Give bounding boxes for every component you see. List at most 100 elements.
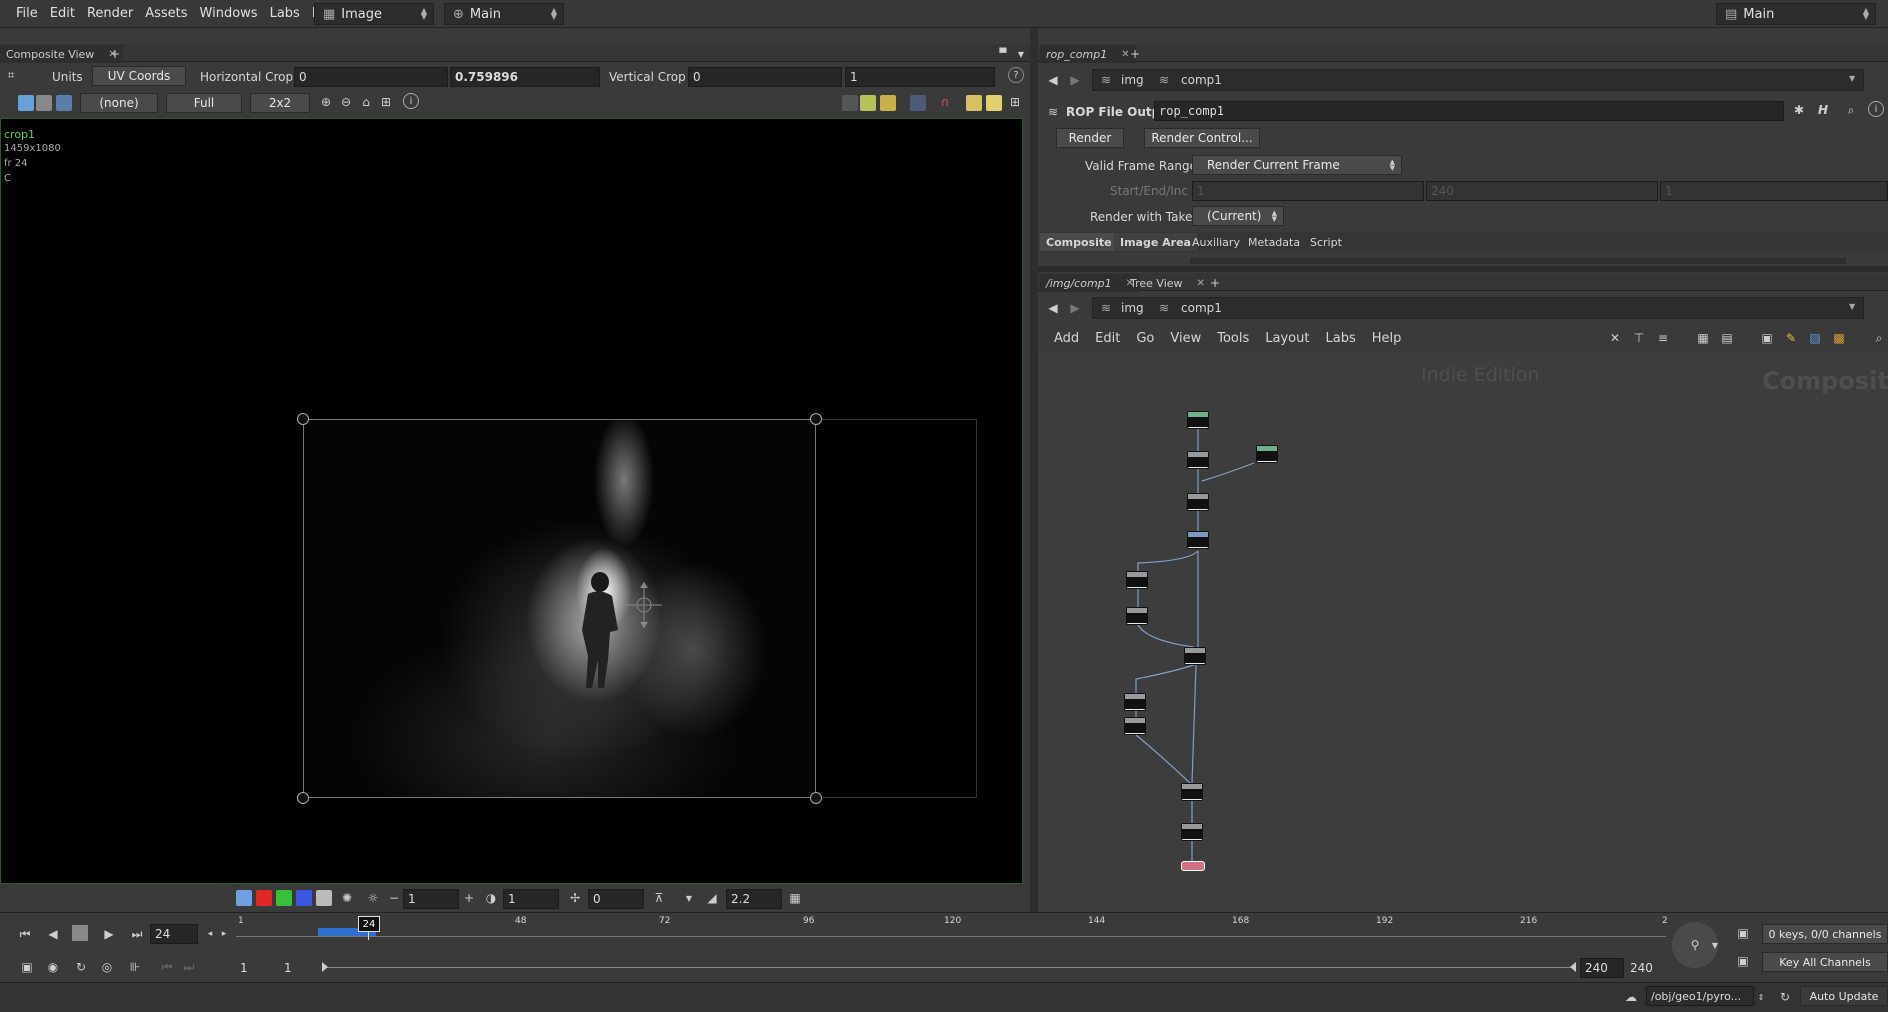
key-all-channels-button[interactable]: Key All Channels bbox=[1762, 952, 1888, 972]
layout-dropdown[interactable]: ▤ Main ▲ ▼ bbox=[1716, 3, 1876, 25]
guide2-icon[interactable] bbox=[880, 95, 896, 111]
tile-view-icon[interactable] bbox=[986, 95, 1002, 111]
pane-arrow-icon[interactable]: ▼ bbox=[1012, 45, 1030, 63]
green-channel-icon[interactable] bbox=[276, 890, 292, 906]
offset-icon[interactable]: ✢ bbox=[566, 889, 584, 907]
range-start-field-2[interactable]: 1 bbox=[280, 958, 320, 978]
render-button[interactable]: Render bbox=[1056, 128, 1124, 148]
gear-icon[interactable]: ✱ bbox=[1790, 101, 1808, 119]
node-file1[interactable] bbox=[1126, 607, 1148, 625]
node-file2[interactable] bbox=[1124, 717, 1146, 735]
menu-labs[interactable]: Labs bbox=[264, 6, 306, 21]
lut-icon[interactable]: ⊼ bbox=[650, 889, 668, 907]
vertical-crop-max-field[interactable]: 1 bbox=[845, 67, 995, 87]
network-canvas[interactable]: Indie Edition Compositin bbox=[1038, 353, 1888, 912]
info-icon[interactable]: i bbox=[1868, 101, 1884, 117]
stack-icon[interactable]: ▩ bbox=[1830, 329, 1848, 347]
param-scroll[interactable] bbox=[1190, 258, 1846, 264]
list-icon[interactable]: ≡ bbox=[1654, 329, 1672, 347]
play-reverse-icon[interactable]: ◀ bbox=[44, 925, 62, 943]
menu-windows[interactable]: Windows bbox=[194, 6, 264, 21]
loop-icon[interactable]: ↻ bbox=[72, 958, 90, 976]
units-dropdown[interactable]: UV Coords bbox=[92, 66, 186, 86]
rgb-channel-icon[interactable] bbox=[236, 890, 252, 906]
value-field-3[interactable]: 0 bbox=[588, 889, 644, 909]
exposure-icon[interactable]: ☼ bbox=[364, 889, 382, 907]
frame-range-dropdown[interactable]: Render Current Frame ▲ ▼ bbox=[1192, 155, 1402, 175]
range-handle-start[interactable] bbox=[322, 962, 328, 972]
snap-icon[interactable] bbox=[910, 95, 926, 111]
image-icon[interactable]: ▨ bbox=[1806, 329, 1824, 347]
range-handle-end[interactable] bbox=[1570, 962, 1576, 972]
path-comp1[interactable]: comp1 bbox=[1181, 301, 1222, 315]
add-tab-icon[interactable]: + bbox=[1126, 45, 1144, 63]
chevron-down-icon[interactable]: ▼ bbox=[1849, 74, 1855, 83]
menu-edit[interactable]: Edit bbox=[44, 6, 81, 21]
node-color[interactable] bbox=[1256, 445, 1278, 463]
keys-channels-label[interactable]: 0 keys, 0/0 channels bbox=[1762, 924, 1888, 944]
tab-tree-view[interactable]: Tree View ✕ bbox=[1124, 274, 1211, 292]
audio-icon[interactable]: ◉ bbox=[44, 958, 62, 976]
playhead-marker[interactable]: 24 bbox=[358, 916, 380, 932]
network-dropdown[interactable]: ⊕ Main ▲ ▼ bbox=[444, 3, 564, 25]
subtab-image-area[interactable]: Image Area bbox=[1114, 233, 1197, 251]
menu-render[interactable]: Render bbox=[81, 6, 139, 21]
path-img[interactable]: img bbox=[1121, 301, 1144, 315]
range-slider[interactable] bbox=[326, 967, 1572, 968]
node-render[interactable] bbox=[1187, 411, 1209, 429]
back-arrow-icon[interactable]: ◀ bbox=[1044, 71, 1062, 89]
red-channel-icon[interactable] bbox=[256, 890, 272, 906]
plane-dropdown[interactable]: (none) bbox=[80, 93, 158, 113]
crop-handle-top-left[interactable] bbox=[297, 413, 309, 425]
resolution-dropdown[interactable]: Full bbox=[166, 93, 242, 113]
guide-icon[interactable] bbox=[860, 95, 876, 111]
crop-handle-top-right[interactable] bbox=[810, 413, 822, 425]
pane-splitter[interactable] bbox=[1030, 28, 1038, 912]
tree-layout-icon[interactable]: ⊤ bbox=[1630, 329, 1648, 347]
refresh-icon[interactable]: ↻ bbox=[1776, 988, 1794, 1006]
target-icon[interactable]: ◎ bbox=[98, 958, 116, 976]
minus-icon[interactable]: − bbox=[385, 889, 403, 907]
subtab-composite[interactable]: Composite bbox=[1040, 233, 1118, 251]
jump-start-icon[interactable]: ⏮ bbox=[16, 925, 34, 943]
expand-icon[interactable]: ⊞ bbox=[1006, 93, 1024, 111]
gamma-icon[interactable]: ◢ bbox=[703, 889, 721, 907]
tree-icon[interactable] bbox=[36, 95, 52, 111]
horizontal-splitter[interactable] bbox=[1038, 266, 1888, 272]
path-comp1[interactable]: comp1 bbox=[1181, 73, 1222, 87]
next-key-icon[interactable]: ⏭ bbox=[180, 958, 198, 976]
network-menu-view[interactable]: View bbox=[1170, 331, 1201, 346]
menu-file[interactable]: File bbox=[10, 6, 44, 21]
network-path-bar[interactable]: ≋ img ≋ comp1 ▼ bbox=[1092, 297, 1864, 319]
tab-rop-comp1[interactable]: rop_comp1 ✕ bbox=[1040, 45, 1136, 63]
display-option-icon[interactable] bbox=[842, 95, 858, 111]
value-field-1[interactable]: 1 bbox=[403, 889, 459, 909]
prev-key-icon[interactable]: ⏮ bbox=[158, 958, 176, 976]
network-menu-edit[interactable]: Edit bbox=[1095, 331, 1120, 346]
alpha-channel-icon[interactable] bbox=[316, 890, 332, 906]
view-mode-icon[interactable] bbox=[18, 95, 34, 111]
desktop-dropdown[interactable]: ▦ Image ▲ ▼ bbox=[314, 3, 434, 25]
realtime-icon[interactable]: ▣ bbox=[18, 958, 36, 976]
table-icon[interactable]: ▦ bbox=[786, 889, 804, 907]
node-colorcorrect2[interactable] bbox=[1187, 531, 1209, 549]
network-menu-go[interactable]: Go bbox=[1136, 331, 1154, 346]
subtab-auxiliary[interactable]: Auxiliary bbox=[1186, 233, 1246, 251]
node-over3[interactable] bbox=[1181, 783, 1203, 801]
image-icon[interactable] bbox=[56, 95, 72, 111]
network-menu-help[interactable]: Help bbox=[1372, 331, 1402, 346]
param-path-bar[interactable]: ≋ img ≋ comp1 ▼ bbox=[1092, 69, 1864, 91]
sticky-note-icon[interactable]: ✎ bbox=[1782, 329, 1800, 347]
node-rop-comp1[interactable] bbox=[1181, 861, 1205, 871]
node-over1[interactable] bbox=[1187, 493, 1209, 511]
stop-icon[interactable] bbox=[72, 925, 88, 941]
lut-dropdown-icon[interactable]: ▼ bbox=[680, 889, 698, 907]
menu-assets[interactable]: Assets bbox=[139, 6, 193, 21]
network-menu-layout[interactable]: Layout bbox=[1265, 331, 1309, 346]
play-icon[interactable]: ▶ bbox=[100, 925, 118, 943]
node-bokeh2[interactable] bbox=[1124, 693, 1146, 711]
transform-handle-icon[interactable] bbox=[624, 580, 664, 630]
houdini-help-icon[interactable]: H bbox=[1814, 101, 1832, 119]
chevron-down-icon[interactable]: ▼ bbox=[1849, 302, 1855, 311]
render-control-button[interactable]: Render Control... bbox=[1144, 128, 1260, 148]
